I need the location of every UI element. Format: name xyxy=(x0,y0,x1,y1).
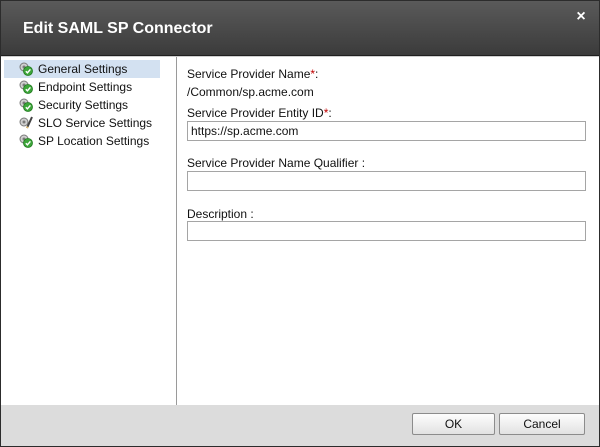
sidebar-item-sp-location-settings[interactable]: SP Location Settings xyxy=(4,132,160,150)
entity-id-label: Service Provider Entity ID*: xyxy=(187,106,332,120)
dialog-titlebar: Edit SAML SP Connector × xyxy=(1,1,599,56)
check-gear-icon xyxy=(19,62,33,76)
dialog-footer: OK Cancel xyxy=(1,405,599,446)
sp-name-label: Service Provider Name*: xyxy=(187,67,319,81)
check-gear-icon xyxy=(19,98,33,112)
sp-name-value: /Common/sp.acme.com xyxy=(187,85,314,99)
general-settings-form: Service Provider Name*: /Common/sp.acme.… xyxy=(187,57,589,405)
close-icon[interactable]: × xyxy=(573,9,589,25)
sidebar-item-endpoint-settings[interactable]: Endpoint Settings xyxy=(4,78,160,96)
check-gear-icon xyxy=(19,80,33,94)
name-qualifier-input[interactable] xyxy=(187,171,586,191)
dialog-body: General Settings Endpoint Settings Secur… xyxy=(1,56,599,406)
sidebar-item-security-settings[interactable]: Security Settings xyxy=(4,96,160,114)
sidebar-item-label: Endpoint Settings xyxy=(38,80,133,94)
description-input[interactable] xyxy=(187,221,586,241)
cancel-button[interactable]: Cancel xyxy=(499,413,585,435)
ok-button[interactable]: OK xyxy=(412,413,495,435)
dialog-title: Edit SAML SP Connector xyxy=(23,20,213,37)
entity-id-input[interactable] xyxy=(187,121,586,141)
description-label: Description : xyxy=(187,207,254,221)
edit-saml-sp-connector-dialog: Edit SAML SP Connector × General Setting… xyxy=(0,0,600,447)
sidebar-item-label: SLO Service Settings xyxy=(38,116,153,130)
check-gear-icon xyxy=(19,134,33,148)
settings-sidebar: General Settings Endpoint Settings Secur… xyxy=(1,57,177,405)
sidebar-item-label: General Settings xyxy=(38,62,128,76)
name-qualifier-label: Service Provider Name Qualifier : xyxy=(187,156,366,170)
sidebar-item-label: SP Location Settings xyxy=(38,134,150,148)
sidebar-item-slo-service-settings[interactable]: SLO Service Settings xyxy=(4,114,160,132)
pencil-gear-icon xyxy=(19,116,33,129)
sidebar-item-label: Security Settings xyxy=(38,98,129,112)
sidebar-item-general-settings[interactable]: General Settings xyxy=(4,60,160,78)
